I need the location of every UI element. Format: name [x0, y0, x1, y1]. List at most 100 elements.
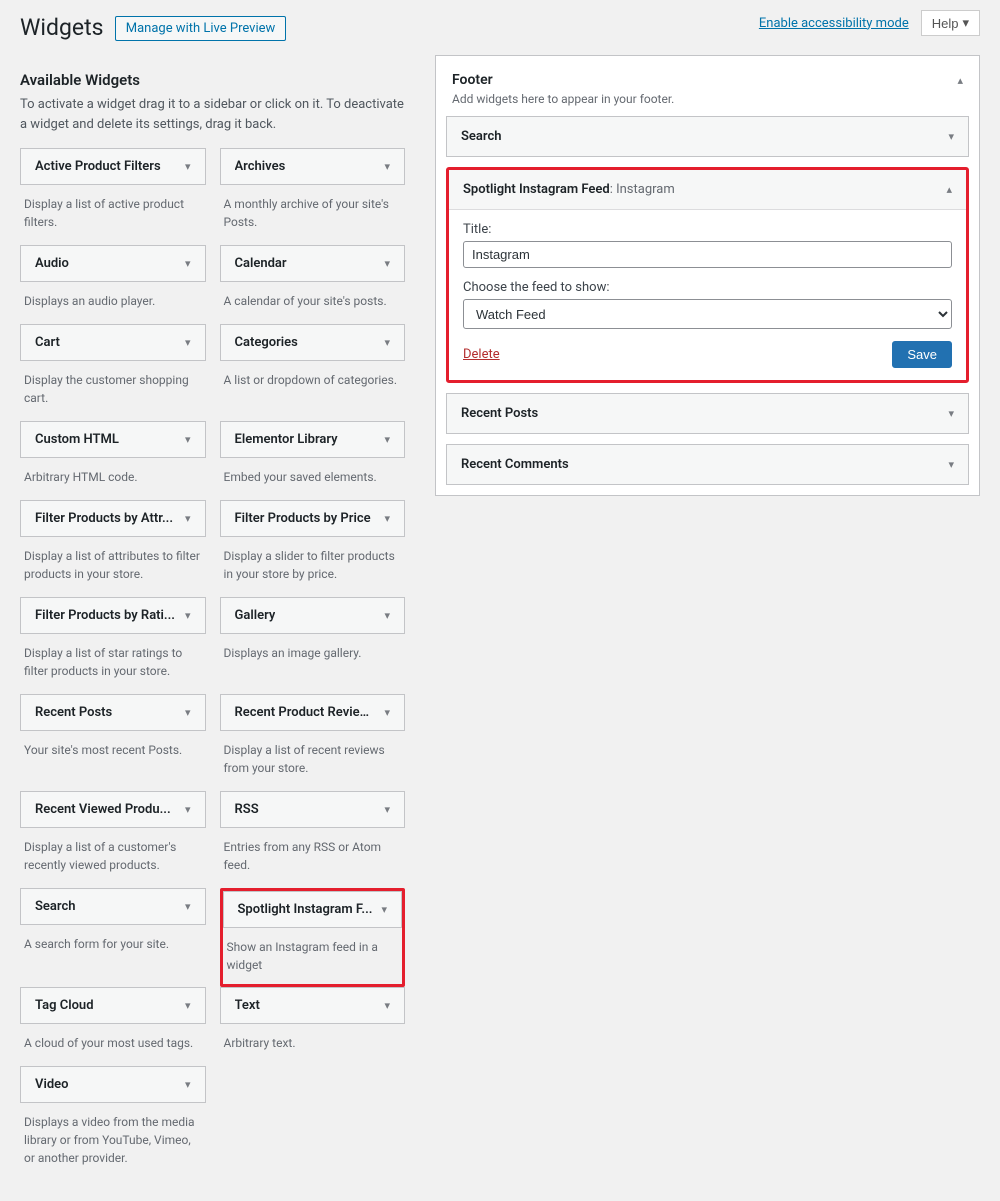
- chevron-down-icon[interactable]: ▾: [185, 1078, 191, 1091]
- available-widget[interactable]: Text ▾: [220, 987, 406, 1024]
- widget-description: Show an Instagram feed in a widget: [223, 928, 403, 980]
- chevron-down-icon[interactable]: ▾: [381, 903, 387, 916]
- widget-description: Displays an audio player.: [20, 282, 206, 324]
- widget-description: A cloud of your most used tags.: [20, 1024, 206, 1066]
- help-label: Help: [932, 16, 959, 31]
- available-widget[interactable]: Filter Products by Attr... ▾: [20, 500, 206, 537]
- live-preview-button[interactable]: Manage with Live Preview: [115, 16, 287, 41]
- chevron-down-icon[interactable]: ▾: [185, 512, 191, 525]
- widget-description: Display a list of active product filters…: [20, 185, 206, 245]
- chevron-down-icon[interactable]: ▾: [185, 803, 191, 816]
- available-widget[interactable]: Elementor Library ▾: [220, 421, 406, 458]
- widget-title: RSS: [235, 802, 259, 817]
- widget-description: Displays a video from the media library …: [20, 1103, 206, 1181]
- footer-area-desc: Add widgets here to appear in your foote…: [436, 92, 979, 116]
- chevron-down-icon[interactable]: ▾: [384, 336, 390, 349]
- available-widget[interactable]: Spotlight Instagram F... ▾: [223, 891, 403, 928]
- chevron-down-icon[interactable]: ▾: [384, 609, 390, 622]
- widget-subtitle: : Instagram: [610, 182, 675, 197]
- chevron-down-icon[interactable]: ▾: [185, 706, 191, 719]
- feed-label: Choose the feed to show:: [463, 280, 952, 295]
- available-widget[interactable]: Gallery ▾: [220, 597, 406, 634]
- collapse-icon[interactable]: ▴: [957, 74, 963, 87]
- save-button[interactable]: Save: [892, 341, 952, 368]
- available-widget[interactable]: Active Product Filters ▾: [20, 148, 206, 185]
- widget-label: Search: [461, 129, 502, 144]
- widget-description: A search form for your site.: [20, 925, 206, 967]
- widget-description: A calendar of your site's posts.: [220, 282, 406, 324]
- chevron-down-icon[interactable]: ▾: [384, 512, 390, 525]
- widget-title: Recent Viewed Produ...: [35, 802, 171, 817]
- widget-description: Display a list of attributes to filter p…: [20, 537, 206, 597]
- chevron-down-icon[interactable]: ▾: [948, 407, 954, 420]
- widget-name: Spotlight Instagram Feed: [463, 182, 610, 197]
- widget-title: Categories: [235, 335, 298, 350]
- title-input[interactable]: [463, 241, 952, 268]
- widget-title: Search: [35, 899, 76, 914]
- widget-title: Archives: [235, 159, 286, 174]
- widget-title: Active Product Filters: [35, 159, 161, 174]
- available-widget[interactable]: RSS ▾: [220, 791, 406, 828]
- footer-widget-recent-posts[interactable]: Recent Posts ▾: [446, 393, 969, 434]
- widget-title: Filter Products by Rati...: [35, 608, 175, 623]
- chevron-down-icon[interactable]: ▾: [384, 433, 390, 446]
- chevron-down-icon[interactable]: ▾: [185, 999, 191, 1012]
- widget-title: Recent Posts: [35, 705, 112, 720]
- widget-title: Recent Product Reviews: [235, 705, 375, 720]
- available-widgets-intro: To activate a widget drag it to a sideba…: [20, 95, 405, 134]
- chevron-down-icon[interactable]: ▾: [948, 130, 954, 143]
- footer-widget-recent-comments[interactable]: Recent Comments ▾: [446, 444, 969, 485]
- chevron-down-icon[interactable]: ▾: [185, 160, 191, 173]
- widget-title: Calendar: [235, 256, 287, 271]
- title-label: Title:: [463, 222, 952, 237]
- widget-title: Tag Cloud: [35, 998, 94, 1013]
- widget-title: Spotlight Instagram F...: [238, 902, 373, 917]
- available-widget[interactable]: Categories ▾: [220, 324, 406, 361]
- delete-link[interactable]: Delete: [463, 347, 500, 362]
- chevron-down-icon[interactable]: ▾: [185, 609, 191, 622]
- widget-description: Display a list of star ratings to filter…: [20, 634, 206, 694]
- widget-description: Your site's most recent Posts.: [20, 731, 206, 773]
- chevron-down-icon[interactable]: ▾: [384, 803, 390, 816]
- chevron-down-icon[interactable]: ▾: [185, 433, 191, 446]
- chevron-down-icon[interactable]: ▾: [384, 706, 390, 719]
- widget-title: Video: [35, 1077, 69, 1092]
- widget-description: Entries from any RSS or Atom feed.: [220, 828, 406, 888]
- chevron-down-icon[interactable]: ▾: [185, 257, 191, 270]
- feed-select[interactable]: Watch Feed: [463, 299, 952, 329]
- help-button[interactable]: Help ▾: [921, 10, 980, 36]
- available-widget[interactable]: Recent Viewed Produ... ▾: [20, 791, 206, 828]
- widget-description: A monthly archive of your site's Posts.: [220, 185, 406, 245]
- available-widget[interactable]: Calendar ▾: [220, 245, 406, 282]
- chevron-down-icon[interactable]: ▾: [185, 900, 191, 913]
- widget-label: Spotlight Instagram Feed: Instagram: [463, 182, 675, 197]
- available-widget[interactable]: Recent Product Reviews ▾: [220, 694, 406, 731]
- available-widget[interactable]: Filter Products by Price ▾: [220, 500, 406, 537]
- chevron-down-icon[interactable]: ▾: [384, 160, 390, 173]
- available-widget[interactable]: Search ▾: [20, 888, 206, 925]
- chevron-down-icon[interactable]: ▾: [384, 257, 390, 270]
- chevron-down-icon[interactable]: ▾: [948, 458, 954, 471]
- widget-header[interactable]: Spotlight Instagram Feed: Instagram ▴: [449, 170, 966, 210]
- widget-description: Display a list of recent reviews from yo…: [220, 731, 406, 791]
- accessibility-mode-link[interactable]: Enable accessibility mode: [759, 16, 909, 31]
- available-widget[interactable]: Audio ▾: [20, 245, 206, 282]
- widget-title: Audio: [35, 256, 69, 271]
- widget-label: Recent Comments: [461, 457, 569, 472]
- chevron-down-icon: ▾: [962, 15, 969, 31]
- available-widget[interactable]: Cart ▾: [20, 324, 206, 361]
- widget-description: Display a list of a customer's recently …: [20, 828, 206, 888]
- chevron-up-icon[interactable]: ▴: [946, 183, 952, 196]
- widget-title: Gallery: [235, 608, 276, 623]
- footer-widget-search[interactable]: Search ▾: [446, 116, 969, 157]
- available-widget[interactable]: Recent Posts ▾: [20, 694, 206, 731]
- available-widget[interactable]: Tag Cloud ▾: [20, 987, 206, 1024]
- chevron-down-icon[interactable]: ▾: [384, 999, 390, 1012]
- chevron-down-icon[interactable]: ▾: [185, 336, 191, 349]
- available-widget[interactable]: Filter Products by Rati... ▾: [20, 597, 206, 634]
- available-widget[interactable]: Custom HTML ▾: [20, 421, 206, 458]
- widget-description: Arbitrary text.: [220, 1024, 406, 1066]
- available-widget[interactable]: Archives ▾: [220, 148, 406, 185]
- widget-description: Arbitrary HTML code.: [20, 458, 206, 500]
- available-widget[interactable]: Video ▾: [20, 1066, 206, 1103]
